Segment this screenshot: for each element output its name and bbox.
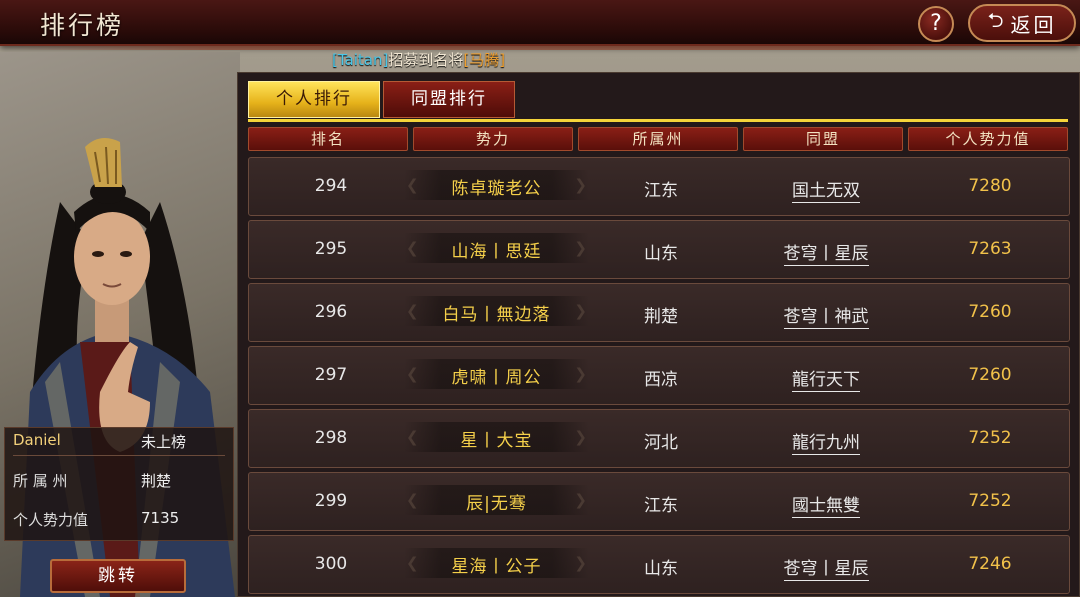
row-rank: 299 bbox=[314, 491, 348, 511]
row-state: 河北 bbox=[644, 433, 678, 453]
row-alliance[interactable]: 國士無雙 bbox=[744, 491, 908, 518]
row-alliance-link[interactable]: 龍行九州 bbox=[792, 433, 860, 455]
row-rank: 296 bbox=[314, 302, 348, 322]
row-state: 荆楚 bbox=[644, 307, 678, 327]
row-name-plate: ❮ 山海丨思廷 ❯ bbox=[404, 233, 589, 263]
row-rank: 294 bbox=[314, 176, 348, 196]
row-power: 7252 bbox=[968, 491, 1012, 511]
player-rank-status: 未上榜 bbox=[141, 433, 187, 451]
player-state-label: 所 属 州 bbox=[13, 472, 68, 490]
row-name-plate: ❮ 星丨大宝 ❯ bbox=[404, 422, 589, 452]
row-alliance[interactable]: 龍行九州 bbox=[744, 428, 908, 455]
player-power-value: 7135 bbox=[141, 509, 180, 527]
row-state: 山东 bbox=[644, 244, 678, 264]
row-power: 7252 bbox=[968, 428, 1012, 448]
row-rank: 297 bbox=[314, 365, 348, 385]
row-power: 7280 bbox=[968, 176, 1012, 196]
row-alliance-link[interactable]: 國士無雙 bbox=[792, 496, 860, 518]
row-name-plate: ❮ 虎啸丨周公 ❯ bbox=[404, 359, 589, 389]
table-row[interactable]: 297 ❮ 虎啸丨周公 ❯ 西凉 龍行天下 7260 bbox=[248, 346, 1070, 405]
row-state: 西凉 bbox=[644, 370, 678, 390]
page-title: 排行榜 bbox=[40, 11, 125, 40]
tab-underline bbox=[248, 119, 1068, 122]
row-name: 星丨大宝 bbox=[460, 431, 533, 451]
table-row[interactable]: 300 ❮ 星海丨公子 ❯ 山东 苍穹丨星辰 7246 bbox=[248, 535, 1070, 594]
column-header-rank: 排名 bbox=[248, 127, 408, 151]
row-alliance[interactable]: 国土无双 bbox=[744, 176, 908, 203]
player-power-label: 个人势力值 bbox=[13, 511, 89, 529]
column-header-power: 个人势力值 bbox=[908, 127, 1068, 151]
table-row[interactable]: 298 ❮ 星丨大宝 ❯ 河北 龍行九州 7252 bbox=[248, 409, 1070, 468]
column-header-name: 势力 bbox=[413, 127, 573, 151]
row-name-plate: ❮ 星海丨公子 ❯ bbox=[404, 548, 589, 578]
table-row[interactable]: 296 ❮ 白马丨無边落 ❯ 荆楚 苍穹丨神武 7260 bbox=[248, 283, 1070, 342]
player-info-panel: Daniel 未上榜 所 属 州 荆楚 个人势力值 7135 bbox=[4, 427, 234, 541]
row-name: 辰|无骞 bbox=[466, 494, 527, 514]
column-header-state: 所属州 bbox=[578, 127, 738, 151]
row-state: 山东 bbox=[644, 559, 678, 579]
table-row[interactable]: 294 ❮ 陈卓璇老公 ❯ 江东 国土无双 7280 bbox=[248, 157, 1070, 216]
row-power: 7260 bbox=[968, 365, 1012, 385]
jump-button[interactable]: 跳转 bbox=[50, 559, 186, 593]
row-alliance-link[interactable]: 国土无双 bbox=[792, 181, 860, 203]
row-alliance[interactable]: 苍穹丨星辰 bbox=[744, 554, 908, 581]
row-name: 白马丨無边落 bbox=[442, 305, 551, 325]
row-alliance-link[interactable]: 龍行天下 bbox=[792, 370, 860, 392]
row-alliance[interactable]: 苍穹丨星辰 bbox=[744, 239, 908, 266]
divider bbox=[13, 455, 225, 456]
row-alliance-link[interactable]: 苍穹丨神武 bbox=[783, 307, 869, 329]
tab-personal-ranking[interactable]: 个人排行 bbox=[248, 81, 380, 118]
player-name: Daniel bbox=[13, 431, 61, 449]
row-name-plate: ❮ 陈卓璇老公 ❯ bbox=[404, 170, 589, 200]
row-alliance[interactable]: 苍穹丨神武 bbox=[744, 302, 908, 329]
row-alliance-link[interactable]: 苍穹丨星辰 bbox=[783, 244, 869, 266]
row-name: 陈卓璇老公 bbox=[451, 179, 542, 199]
row-state: 江东 bbox=[644, 181, 678, 201]
row-rank: 295 bbox=[314, 239, 348, 259]
row-name-plate: ❮ 辰|无骞 ❯ bbox=[404, 485, 589, 515]
row-alliance[interactable]: 龍行天下 bbox=[744, 365, 908, 392]
row-name-plate: ❮ 白马丨無边落 ❯ bbox=[404, 296, 589, 326]
row-rank: 300 bbox=[314, 554, 348, 574]
row-alliance-link[interactable]: 苍穹丨星辰 bbox=[783, 559, 869, 581]
ranking-panel: 个人排行 同盟排行 排名 势力 所属州 同盟 个人势力值 294 ❮ 陈卓璇老公… bbox=[237, 72, 1080, 597]
back-button[interactable]: ⮌ 返回 bbox=[968, 4, 1076, 42]
announcement: [Taitan]招募到名将[马腾] bbox=[332, 49, 505, 70]
row-power: 7260 bbox=[968, 302, 1012, 322]
table-header: 排名 势力 所属州 同盟 个人势力值 bbox=[248, 127, 1072, 151]
announcement-hero: [马腾] bbox=[463, 51, 506, 69]
announcement-user: [Taitan] bbox=[332, 51, 389, 69]
announcement-text: 招募到名将 bbox=[388, 51, 464, 69]
back-arrow-icon: ⮌ bbox=[987, 8, 1007, 32]
back-button-label: 返回 bbox=[1010, 12, 1057, 37]
row-power: 7246 bbox=[968, 554, 1012, 574]
top-bar: 排行榜 ? ⮌ 返回 bbox=[0, 0, 1080, 50]
table-row[interactable]: 299 ❮ 辰|无骞 ❯ 江东 國士無雙 7252 bbox=[248, 472, 1070, 531]
tab-alliance-ranking[interactable]: 同盟排行 bbox=[383, 81, 515, 118]
row-name: 虎啸丨周公 bbox=[451, 368, 542, 388]
row-rank: 298 bbox=[314, 428, 348, 448]
row-name: 山海丨思廷 bbox=[451, 242, 542, 262]
row-name: 星海丨公子 bbox=[451, 557, 542, 577]
row-state: 江东 bbox=[644, 496, 678, 516]
player-state-value: 荆楚 bbox=[141, 472, 172, 490]
column-header-alliance: 同盟 bbox=[743, 127, 903, 151]
row-power: 7263 bbox=[968, 239, 1012, 259]
table-row[interactable]: 295 ❮ 山海丨思廷 ❯ 山东 苍穹丨星辰 7263 bbox=[248, 220, 1070, 279]
help-button[interactable]: ? bbox=[918, 6, 954, 42]
